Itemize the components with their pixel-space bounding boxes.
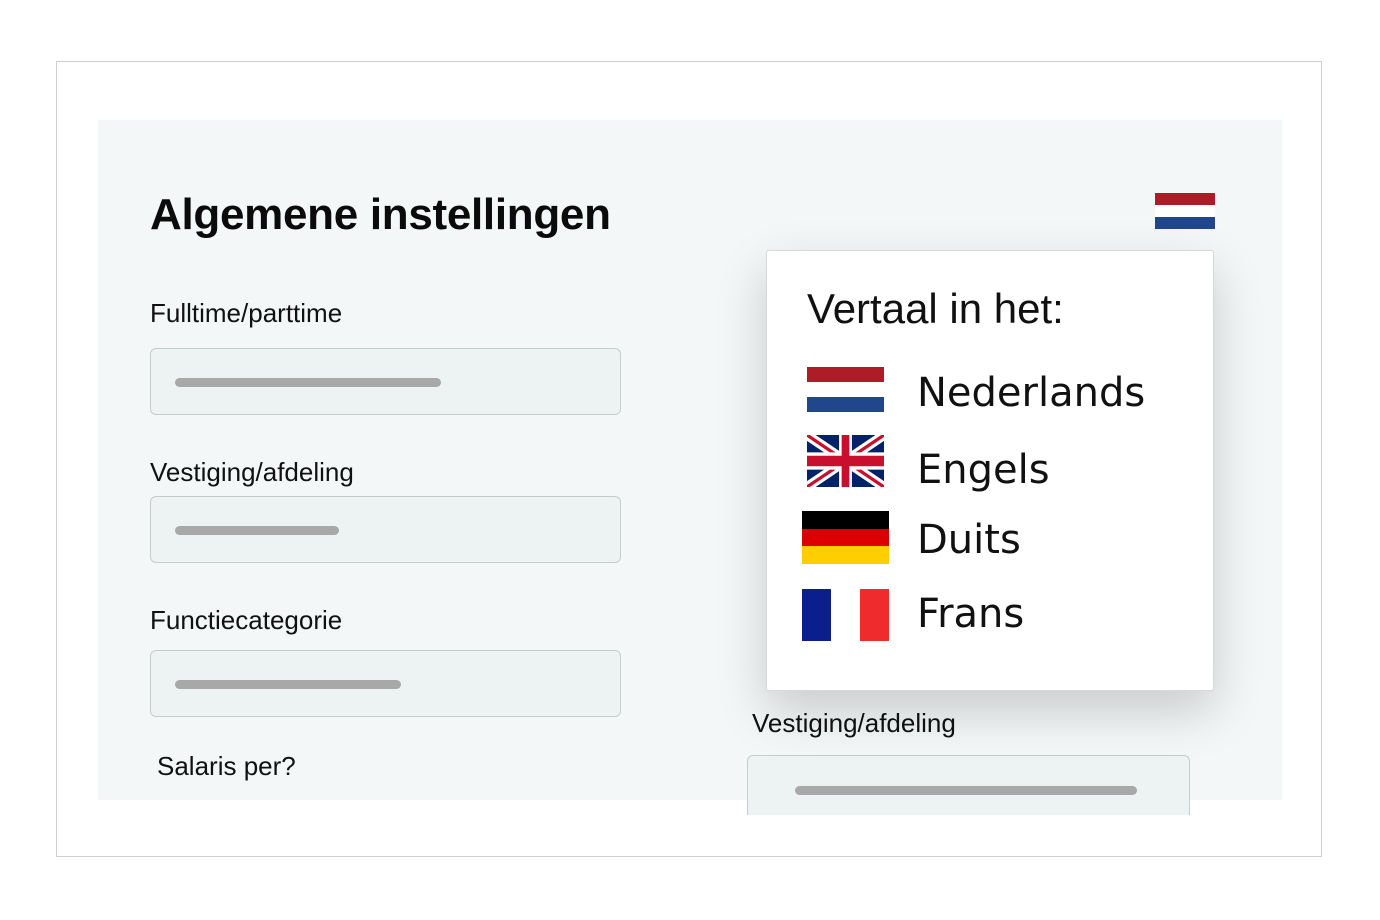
language-option-label: Engels	[917, 447, 1050, 493]
language-option-label: Duits	[917, 517, 1021, 563]
language-option-frans[interactable]: Frans	[767, 589, 1213, 649]
language-option-label: Frans	[917, 591, 1025, 637]
placeholder-bar	[175, 526, 339, 535]
language-option-duits[interactable]: Duits	[767, 511, 1213, 571]
language-option-nederlands[interactable]: Nederlands	[767, 365, 1213, 425]
fulltime-parttime-input[interactable]	[150, 348, 621, 415]
uk-flag-icon	[807, 435, 884, 487]
language-option-engels[interactable]: Engels	[767, 435, 1213, 495]
fulltime-parttime-label: Fulltime/parttime	[150, 298, 343, 328]
functiecategorie-input[interactable]	[150, 650, 621, 717]
placeholder-bar	[175, 680, 401, 689]
right-vestiging-afdeling-input[interactable]	[747, 755, 1190, 815]
placeholder-bar	[795, 786, 1137, 795]
language-switcher-flag-icon[interactable]	[1155, 193, 1215, 229]
germany-flag-icon	[802, 511, 889, 564]
page-title: Algemene instellingen	[150, 190, 611, 239]
vestiging-afdeling-input[interactable]	[150, 496, 621, 563]
placeholder-bar	[175, 378, 441, 387]
right-vestiging-afdeling-label: Vestiging/afdeling	[752, 708, 956, 738]
language-option-label: Nederlands	[917, 370, 1146, 416]
france-flag-icon	[802, 589, 889, 641]
language-dropdown-title: Vertaal in het:	[807, 285, 1064, 332]
salaris-per-label: Salaris per?	[157, 751, 296, 781]
functiecategorie-label: Functiecategorie	[150, 605, 343, 635]
netherlands-flag-icon	[807, 367, 884, 412]
language-dropdown: Vertaal in het: Nederlands Engels Duits	[766, 250, 1214, 691]
vestiging-afdeling-label: Vestiging/afdeling	[150, 457, 354, 487]
